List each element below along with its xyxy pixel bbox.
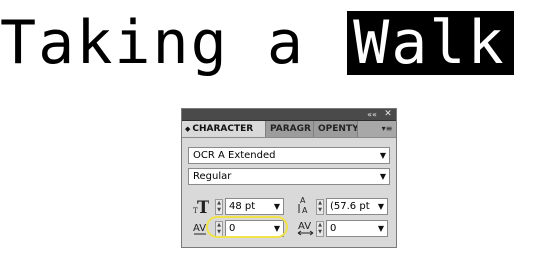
tab-character[interactable]: ◆ CHARACTER	[182, 121, 266, 137]
tracking-icon: AV	[297, 219, 314, 237]
leading-stepper[interactable]: ▲ ▼	[316, 199, 324, 215]
kerning-icon: AV	[192, 219, 208, 237]
leading-icon: A A	[298, 195, 314, 215]
stepper-down-icon[interactable]: ▼	[317, 229, 323, 236]
svg-text:AV: AV	[298, 221, 311, 232]
double-chevron-icon[interactable]: ««	[366, 109, 378, 120]
svg-text:T: T	[197, 198, 209, 215]
tab-paragraph[interactable]: PARAGR	[266, 121, 314, 137]
kerning-field[interactable]: 0 ▼	[225, 220, 284, 237]
stepper-down-icon[interactable]: ▼	[216, 207, 222, 214]
stepper-up-icon[interactable]: ▲	[216, 200, 222, 207]
tab-opentype-label: OPENTY	[318, 124, 358, 134]
stepper-up-icon[interactable]: ▲	[317, 222, 323, 229]
panel-tabs: ◆ CHARACTER PARAGR OPENTY ▾≡	[182, 121, 396, 138]
svg-text:A: A	[302, 206, 308, 215]
leading-field[interactable]: (57.6 pt ▼	[326, 198, 388, 215]
stepper-down-icon[interactable]: ▼	[216, 229, 222, 236]
headline-plain-text: Taking a	[0, 8, 344, 78]
leading-value: (57.6 pt	[330, 201, 370, 212]
svg-text:A: A	[300, 196, 306, 205]
font-size-field[interactable]: 48 pt ▼	[225, 198, 284, 215]
font-family-dropdown[interactable]: OCR A Extended ▼	[188, 147, 390, 164]
font-family-value: OCR A Extended	[193, 150, 276, 161]
close-icon[interactable]: ✕	[382, 109, 394, 120]
tracking-stepper[interactable]: ▲ ▼	[316, 221, 324, 237]
tab-toggle-icon: ◆	[185, 125, 191, 133]
tab-opentype[interactable]: OPENTY	[314, 121, 358, 137]
font-style-dropdown[interactable]: Regular ▼	[188, 168, 390, 185]
font-size-icon: T T	[193, 197, 210, 218]
font-size-stepper[interactable]: ▲ ▼	[215, 199, 223, 215]
character-panel: «« ✕ ◆ CHARACTER PARAGR OPENTY ▾≡ OCR A E…	[181, 108, 397, 248]
stepper-up-icon[interactable]: ▲	[216, 222, 222, 229]
chevron-down-icon: ▼	[377, 202, 384, 211]
tab-paragraph-label: PARAGR	[270, 124, 311, 134]
panel-menu-icon[interactable]: ▾≡	[380, 121, 394, 137]
font-size-value: 48 pt	[229, 201, 256, 212]
chevron-down-icon: ▼	[379, 151, 386, 160]
kerning-value: 0	[229, 223, 236, 234]
headline-highlighted-text: Walk	[347, 11, 514, 75]
tab-character-label: CHARACTER	[192, 124, 254, 134]
chevron-down-icon: ▼	[377, 224, 384, 233]
stepper-up-icon[interactable]: ▲	[317, 200, 323, 207]
headline: Taking a Walk	[0, 8, 514, 78]
stepper-down-icon[interactable]: ▼	[317, 207, 323, 214]
panel-titlebar: «« ✕	[182, 109, 396, 121]
tracking-value: 0	[330, 223, 337, 234]
svg-text:AV: AV	[193, 223, 206, 234]
tracking-field[interactable]: 0 ▼	[326, 220, 388, 237]
chevron-down-icon: ▼	[273, 202, 280, 211]
font-style-value: Regular	[193, 171, 232, 182]
chevron-down-icon: ▼	[273, 224, 280, 233]
chevron-down-icon: ▼	[379, 172, 386, 181]
kerning-stepper[interactable]: ▲ ▼	[215, 221, 223, 237]
